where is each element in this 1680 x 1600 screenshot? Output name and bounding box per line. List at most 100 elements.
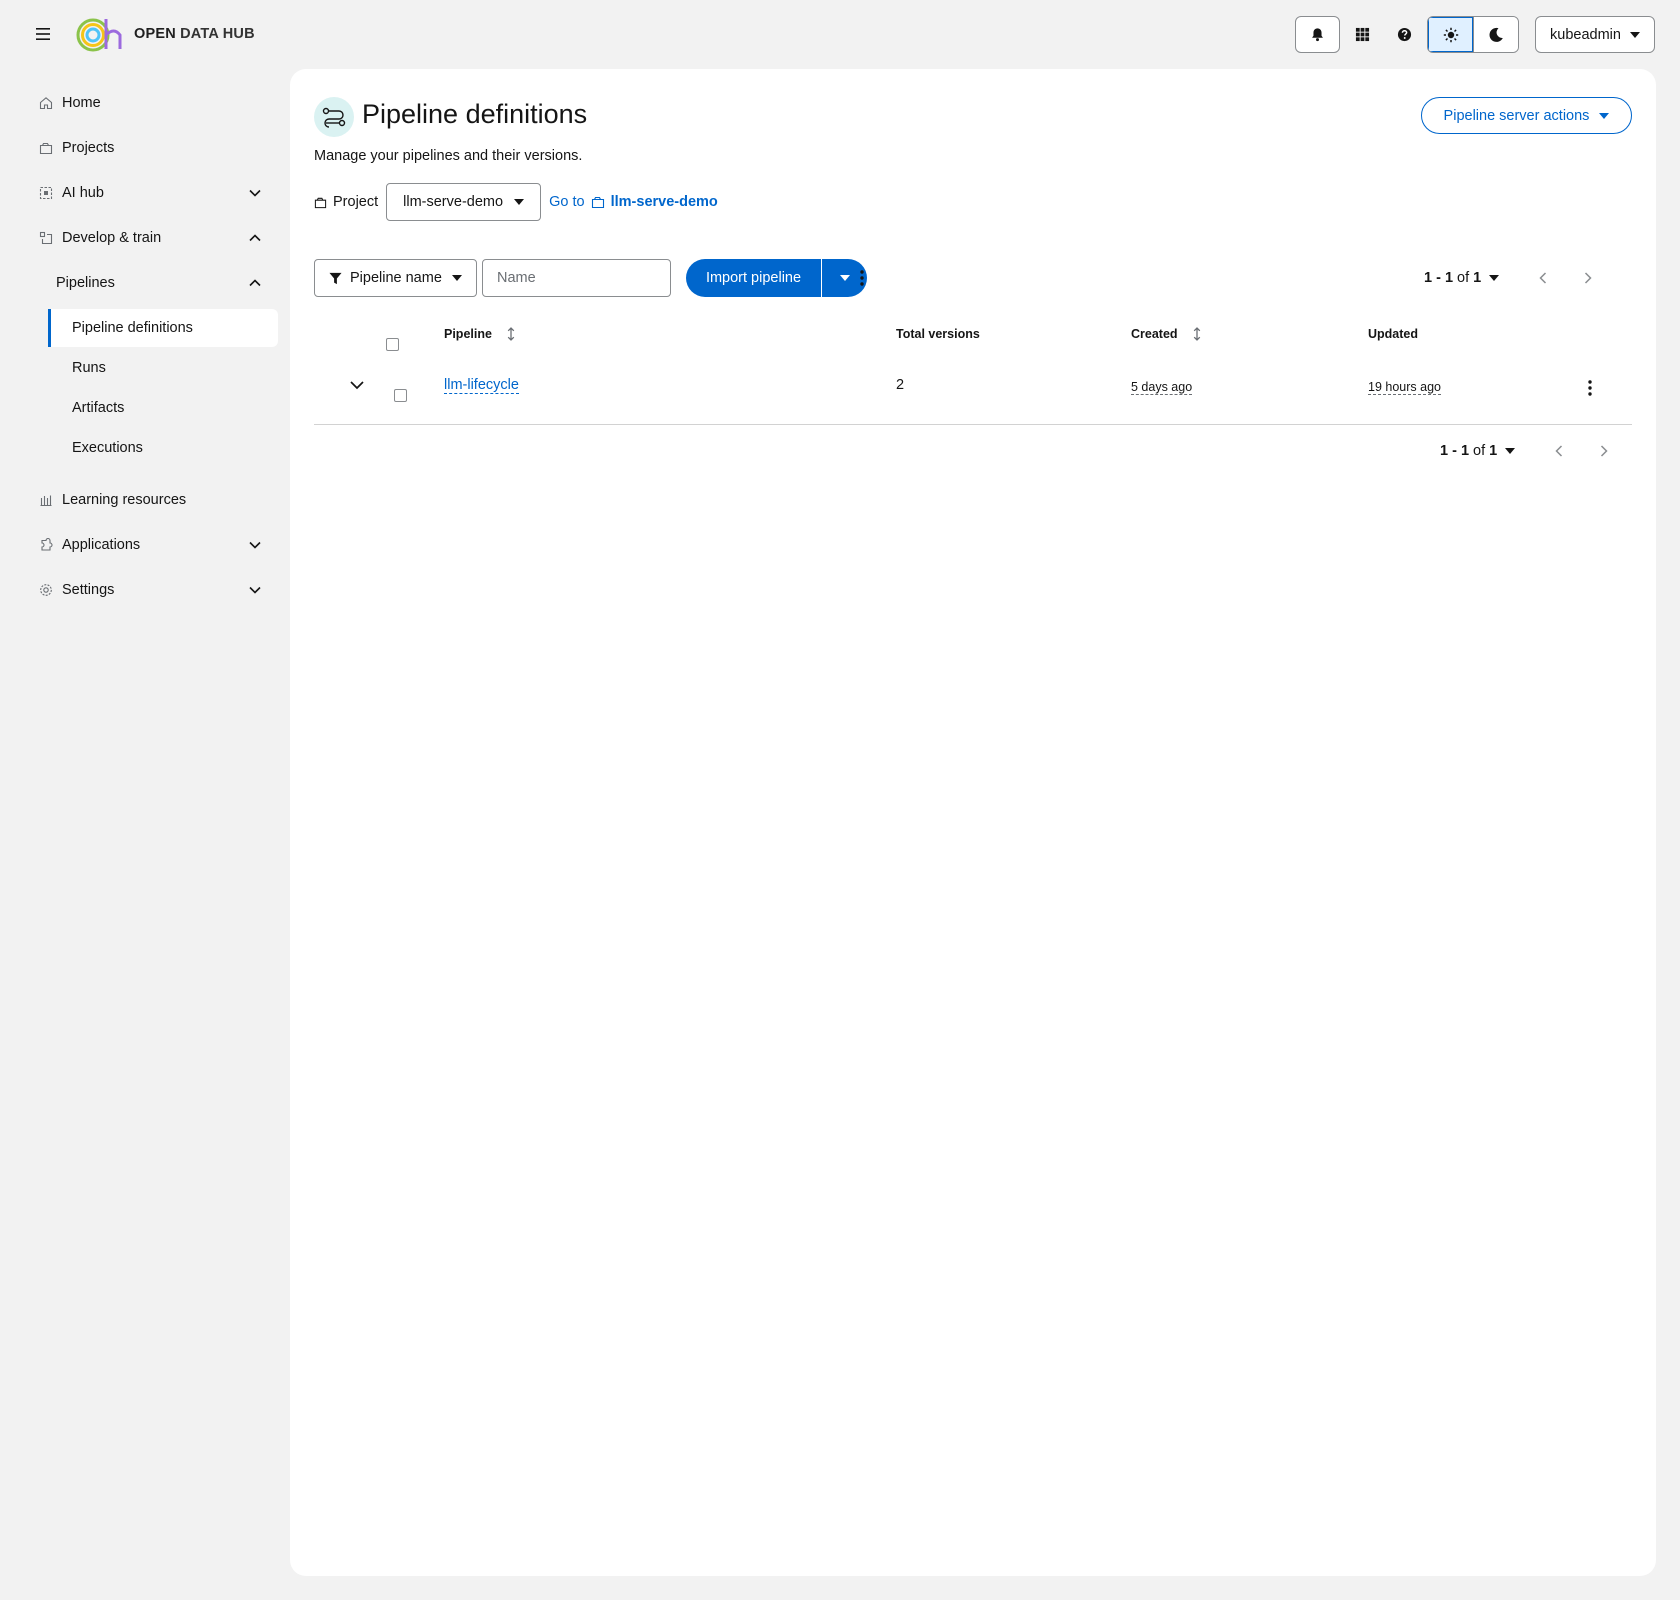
hamburger-icon[interactable] bbox=[30, 22, 56, 46]
filter-attribute-label: Pipeline name bbox=[350, 270, 442, 286]
import-pipeline-button[interactable]: Import pipeline bbox=[686, 259, 821, 297]
caret-down-icon bbox=[1505, 448, 1516, 454]
sidebar-item-learning-resources[interactable]: Learning resources bbox=[38, 482, 278, 518]
sidebar-item-home[interactable]: Home bbox=[38, 85, 278, 121]
filter-attribute-select[interactable]: Pipeline name bbox=[314, 259, 477, 297]
theme-toggle bbox=[1427, 16, 1519, 53]
home-icon bbox=[38, 95, 54, 111]
sidebar-item-label: Projects bbox=[62, 140, 115, 156]
pagination-bottom: 1 - 1 of 1 bbox=[1440, 436, 1620, 466]
sort-icon bbox=[1193, 327, 1200, 341]
user-name: kubeadmin bbox=[1550, 26, 1621, 43]
project-selector-row: Project llm-serve-demo Go to llm-serve-d… bbox=[314, 183, 718, 221]
sidebar-item-settings[interactable]: Settings bbox=[38, 572, 278, 608]
column-header-updated: Updated bbox=[1368, 327, 1418, 341]
notifications-button[interactable] bbox=[1295, 16, 1340, 53]
sidebar-item-develop-train[interactable]: Develop & train bbox=[38, 220, 278, 256]
sidebar-item-ai-hub[interactable]: AI hub bbox=[38, 175, 278, 211]
project-icon bbox=[314, 197, 327, 208]
ai-hub-icon bbox=[38, 185, 54, 201]
caret-down-icon bbox=[839, 275, 850, 281]
previous-page-button[interactable] bbox=[1543, 436, 1575, 466]
previous-page-button[interactable] bbox=[1527, 263, 1559, 293]
project-icon bbox=[591, 196, 604, 209]
go-to-project-name: llm-serve-demo bbox=[610, 194, 718, 210]
help-icon bbox=[1397, 27, 1412, 42]
sidebar-item-runs[interactable]: Runs bbox=[48, 349, 278, 387]
sidebar-item-label: Pipelines bbox=[56, 275, 115, 291]
sidebar-item-label: Settings bbox=[62, 582, 115, 598]
updated-timestamp[interactable]: 19 hours ago bbox=[1368, 380, 1441, 395]
develop-icon bbox=[38, 230, 54, 246]
row-select-checkbox[interactable] bbox=[394, 389, 407, 402]
sidebar-item-label: Applications bbox=[62, 537, 141, 553]
column-header-created[interactable]: Created bbox=[1131, 327, 1202, 341]
name-filter-input[interactable] bbox=[482, 259, 671, 297]
sidebar-item-pipelines[interactable]: Pipelines bbox=[56, 265, 278, 301]
select-all-checkbox[interactable] bbox=[386, 338, 399, 351]
sidebar-item-label: Executions bbox=[72, 440, 143, 456]
app-launcher-button[interactable] bbox=[1340, 16, 1385, 53]
projects-icon bbox=[38, 140, 54, 156]
kebab-icon bbox=[860, 270, 864, 286]
chevron-down-icon bbox=[249, 586, 261, 594]
chevron-up-icon bbox=[249, 279, 261, 287]
sort-icon bbox=[507, 327, 515, 341]
pagination-toggle[interactable]: 1 - 1 of 1 bbox=[1440, 443, 1516, 459]
chevron-right-icon bbox=[1585, 272, 1592, 284]
created-timestamp[interactable]: 5 days ago bbox=[1131, 380, 1193, 395]
page-title: Pipeline definitions bbox=[362, 99, 588, 129]
sidebar-item-executions[interactable]: Executions bbox=[48, 429, 278, 467]
sun-icon bbox=[1443, 27, 1458, 42]
project-select-value: llm-serve-demo bbox=[403, 194, 504, 210]
pipeline-link[interactable]: llm-lifecycle bbox=[444, 377, 519, 394]
table-row-pipeline-name: llm-lifecycle bbox=[444, 377, 519, 394]
server-actions-label: Pipeline server actions bbox=[1443, 107, 1590, 124]
sidebar-item-label: Home bbox=[62, 95, 101, 111]
masthead: OPEN DATA HUB kubeadmin bbox=[0, 0, 1680, 68]
sidebar-item-label: Learning resources bbox=[62, 492, 187, 508]
sidebar-item-label: Runs bbox=[72, 360, 106, 376]
project-select[interactable]: llm-serve-demo bbox=[386, 183, 542, 221]
next-page-button[interactable] bbox=[1588, 436, 1620, 466]
dark-theme-button[interactable] bbox=[1473, 17, 1518, 52]
row-divider bbox=[314, 424, 1632, 425]
sidebar-item-label: Pipeline definitions bbox=[72, 320, 193, 336]
table-row-updated: 19 hours ago bbox=[1368, 379, 1441, 395]
sidebar-item-label: AI hub bbox=[62, 185, 104, 201]
caret-down-icon bbox=[1630, 31, 1640, 38]
sidebar-item-artifacts[interactable]: Artifacts bbox=[48, 389, 278, 427]
moon-icon bbox=[1489, 27, 1503, 42]
odh-logo-icon bbox=[76, 18, 122, 52]
pipeline-icon bbox=[314, 97, 354, 137]
app-grid-icon bbox=[1355, 27, 1370, 42]
row-expand-toggle[interactable] bbox=[348, 376, 366, 394]
sidebar-item-projects[interactable]: Projects bbox=[38, 130, 278, 166]
row-actions-kebab[interactable] bbox=[1578, 376, 1602, 400]
pipeline-server-actions-button[interactable]: Pipeline server actions bbox=[1421, 97, 1632, 134]
caret-down-icon bbox=[1489, 275, 1500, 281]
column-header-total-versions: Total versions bbox=[896, 327, 980, 341]
light-theme-button[interactable] bbox=[1428, 17, 1473, 52]
sidebar-nav: Home Projects AI hub Develop & train Pip… bbox=[0, 68, 290, 1600]
import-pipeline-split-button: Import pipeline bbox=[686, 259, 867, 297]
project-label: Project bbox=[314, 194, 378, 210]
caret-down-icon bbox=[452, 275, 462, 281]
brand-logo[interactable]: OPEN DATA HUB bbox=[76, 15, 255, 53]
help-button[interactable] bbox=[1382, 16, 1427, 53]
caret-down-icon bbox=[1599, 112, 1610, 119]
settings-icon bbox=[38, 582, 54, 598]
chevron-up-icon bbox=[249, 234, 261, 242]
sidebar-item-applications[interactable]: Applications bbox=[38, 527, 278, 563]
chevron-down-icon bbox=[350, 381, 364, 390]
column-header-pipeline[interactable]: Pipeline bbox=[444, 327, 516, 341]
user-menu-toggle[interactable]: kubeadmin bbox=[1535, 16, 1655, 53]
pagination-toggle[interactable]: 1 - 1 of 1 bbox=[1424, 270, 1500, 286]
toolbar-kebab-menu[interactable] bbox=[850, 266, 874, 290]
chevron-left-icon bbox=[1555, 445, 1563, 457]
kebab-icon bbox=[1588, 380, 1592, 396]
next-page-button[interactable] bbox=[1572, 263, 1604, 293]
caret-down-icon bbox=[514, 199, 525, 205]
go-to-project-link[interactable]: Go to llm-serve-demo bbox=[549, 194, 718, 210]
sidebar-item-pipeline-definitions[interactable]: Pipeline definitions bbox=[48, 309, 278, 347]
